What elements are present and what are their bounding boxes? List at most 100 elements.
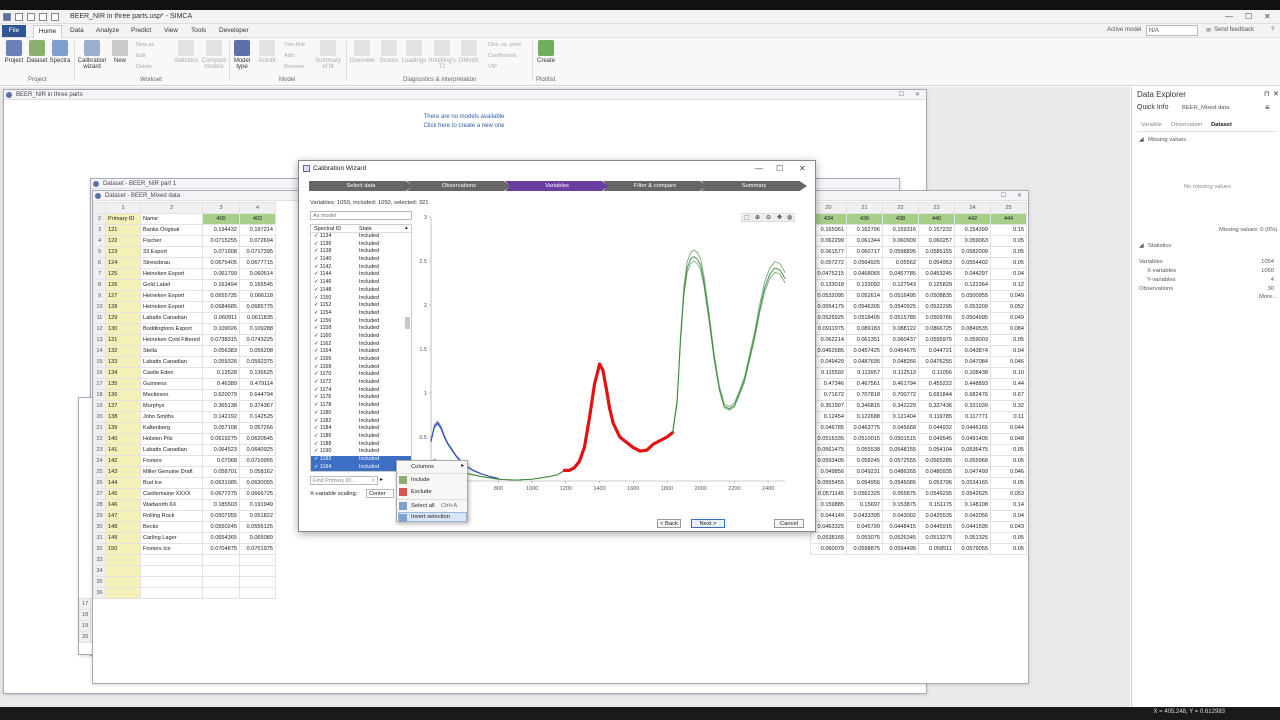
variable-list-item[interactable]: ✓ 1178 Included (311, 402, 411, 410)
next-match-icon[interactable]: ▸ (380, 476, 383, 483)
variable-list-item[interactable]: ✓ 1184 Included (311, 425, 411, 433)
empty-cell[interactable] (105, 587, 141, 599)
table-row[interactable]: 16 134 Castle Eden 0.13528 0.136625 (93, 367, 276, 379)
primary-id-cell[interactable]: 123 (105, 246, 141, 258)
variable-list-item[interactable]: ✓ 1182 Included (311, 418, 411, 426)
empty-row[interactable]: 35 (93, 576, 276, 588)
row-number[interactable]: 32 (93, 543, 106, 555)
value-cell[interactable]: 0.0486265 (882, 466, 919, 478)
variable-list-item[interactable]: ✓ 1172 Included (311, 379, 411, 387)
row-number[interactable]: 28 (93, 499, 106, 511)
value-cell[interactable]: 0.109026 (202, 323, 240, 335)
value-cell[interactable]: 0.048 (990, 433, 1027, 445)
value-cell[interactable]: 0.043 (990, 521, 1027, 533)
value-cell[interactable]: 0.053075 (846, 532, 883, 544)
table-row[interactable]: 13 131 Heineken Cold Filtered 0.0738315 0.07… (93, 334, 276, 346)
expand-icon[interactable]: ◢ (1139, 243, 1143, 249)
table-row[interactable]: 0.0554175 0.0546305 0.0540925 0.0532295 0.05… (810, 301, 1027, 313)
menu-home[interactable]: Home (33, 25, 62, 38)
value-cell[interactable]: 0.0630055 (239, 477, 276, 489)
value-cell[interactable]: 0.0445915 (918, 521, 955, 533)
value-cell[interactable]: 0.337436 (918, 400, 955, 412)
name-cell[interactable]: Mackeson (140, 389, 203, 401)
table-row[interactable]: 20 138 John Smiths 0.142192 0.142525 (93, 411, 276, 423)
name-cell[interactable]: Labatts Canadian (140, 444, 203, 456)
value-cell[interactable]: 0.13528 (202, 367, 240, 379)
send-feedback-link[interactable]: Send feedback (1214, 27, 1254, 33)
table-row[interactable]: 14 132 Stella 0.056383 0.056208 (93, 345, 276, 357)
empty-row[interactable]: 36 (93, 587, 276, 599)
value-cell[interactable]: 0.117771 (954, 411, 991, 423)
tab-dataset[interactable]: Dataset (1211, 122, 1232, 128)
value-cell[interactable]: 0.0654365 (202, 532, 240, 544)
primary-id-cell[interactable]: 121 (105, 224, 141, 236)
primary-id-cell[interactable]: 128 (105, 301, 141, 313)
name-cell[interactable]: Stressbrau (140, 257, 203, 269)
value-cell[interactable]: 0.346815 (846, 400, 883, 412)
table-row[interactable]: 25 143 Miller Genuine Draft 0.058701 0.05816… (93, 466, 276, 478)
primary-id-cell[interactable]: 139 (105, 422, 141, 434)
value-cell[interactable]: 0.644794 (239, 389, 276, 401)
value-cell[interactable]: 0.0463775 (846, 422, 883, 434)
value-cell[interactable]: 0.0611835 (239, 312, 276, 324)
table-row[interactable]: 31 149 Carling Lager 0.0654365 0.065089 (93, 532, 276, 544)
primary-id-cell[interactable]: 122 (105, 235, 141, 247)
open-icon[interactable] (39, 13, 47, 21)
value-cell[interactable]: 0.052 (990, 301, 1027, 313)
value-cell[interactable]: 0.042056 (954, 510, 991, 522)
select-tool-icon[interactable]: ⬚ (744, 214, 750, 221)
create-button[interactable]: Create (536, 40, 556, 64)
close-icon[interactable]: ✕ (1264, 12, 1271, 21)
value-cell[interactable]: 0.0548155 (882, 444, 919, 456)
primary-id-cell[interactable]: 149 (105, 532, 141, 544)
primary-id-cell[interactable]: 137 (105, 400, 141, 412)
value-cell[interactable]: 0.065089 (239, 532, 276, 544)
value-cell[interactable]: 0.691844 (918, 389, 955, 401)
variable-list-item[interactable]: ✓ 1160 Included (311, 333, 411, 341)
row-number[interactable]: 27 (93, 488, 106, 500)
value-cell[interactable]: 0.088122 (882, 323, 919, 335)
value-cell[interactable]: 0.0701975 (239, 543, 276, 555)
value-cell[interactable]: 0.0549295 (918, 488, 955, 500)
primary-id-cell[interactable]: 131 (105, 334, 141, 346)
new-button[interactable]: New (111, 40, 129, 64)
value-cell[interactable]: 0.194432 (202, 224, 240, 236)
row-number[interactable]: 3 (93, 224, 106, 236)
table-row[interactable]: 0.12454 0.122688 0.121404 0.119785 0.117771 0… (810, 411, 1027, 423)
table-row[interactable]: 29 147 Rolling Rock 0.0507955 0.051822 (93, 510, 276, 522)
value-cell[interactable]: 0.121404 (882, 411, 919, 423)
table-row[interactable]: 21 139 Kaltenberg 0.057108 0.057266 (93, 422, 276, 434)
table-row[interactable]: 0.0561475 0.055538 0.0548155 0.054104 0.0536… (810, 444, 1027, 456)
value-cell[interactable]: 0.05 (990, 543, 1027, 555)
create-model-link[interactable]: Click here to create a new one (374, 123, 554, 129)
value-cell[interactable]: 0.0507955 (202, 510, 240, 522)
name-cell[interactable]: Carling Lager (140, 532, 203, 544)
value-cell[interactable]: 0.112513 (882, 367, 919, 379)
col-number-2[interactable]: 2 (140, 202, 203, 214)
zoom-in-icon[interactable]: ⊕ (755, 214, 760, 221)
table-row[interactable]: 0.0532095 0.052614 0.0516495 0.0508835 0.050… (810, 290, 1027, 302)
value-cell[interactable]: 0.04 (990, 268, 1027, 280)
value-cell[interactable]: 0.0425535 (918, 510, 955, 522)
value-cell[interactable]: 0.127943 (882, 279, 919, 291)
empty-cell[interactable] (239, 554, 276, 566)
value-cell[interactable]: 0.12 (990, 279, 1027, 291)
value-cell[interactable]: 0.0457425 (846, 345, 883, 357)
value-cell[interactable]: 0.0677715 (239, 257, 276, 269)
value-cell[interactable]: 0.185503 (202, 499, 240, 511)
value-cell[interactable]: 0.133092 (846, 279, 883, 291)
primary-id-cell[interactable]: 124 (105, 257, 141, 269)
value-cell[interactable]: 0.066118 (239, 290, 276, 302)
table-row[interactable]: 0.060079 0.0598875 0.0594495 0.058511 0.0579… (810, 543, 1027, 555)
table-row[interactable]: 10 128 Heineken Export 0.0684685 0.0685775 (93, 301, 276, 313)
primary-id-cell[interactable]: 129 (105, 312, 141, 324)
primary-id-cell[interactable]: 127 (105, 290, 141, 302)
row-number[interactable]: 18 (78, 609, 92, 621)
value-cell[interactable]: 0.0453245 (918, 268, 955, 280)
name-cell[interactable]: Miller Genuine Draft (140, 466, 203, 478)
menu-item-exclude[interactable]: Exclude (411, 489, 432, 495)
value-cell[interactable]: 0.05 (990, 246, 1027, 258)
row-number[interactable]: 8 (93, 279, 106, 291)
row-number[interactable]: 33 (93, 554, 106, 566)
menu-tools[interactable]: Tools (191, 27, 206, 34)
